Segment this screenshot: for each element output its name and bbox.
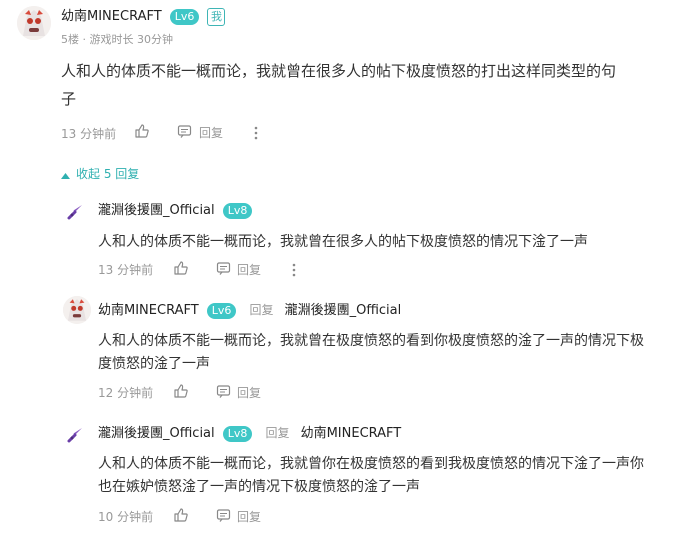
avatar-image xyxy=(17,6,51,40)
avatar[interactable] xyxy=(17,6,51,40)
thumb-up-icon[interactable] xyxy=(173,383,189,403)
comment-icon[interactable] xyxy=(177,124,192,143)
reply-button[interactable]: 回复 xyxy=(237,508,261,525)
level-badge: Lv8 xyxy=(222,203,253,219)
comment-icon[interactable] xyxy=(216,508,231,527)
level-badge: Lv6 xyxy=(169,9,200,25)
comment-header: 幼南MINECRAFT Lv6 我 xyxy=(61,6,226,26)
username[interactable]: 幼南MINECRAFT xyxy=(61,9,162,24)
reply-time: 10 分钟前 xyxy=(98,510,154,524)
reply-username[interactable]: 幼南MINECRAFT xyxy=(98,303,199,318)
comment-icon[interactable] xyxy=(216,384,231,403)
reply-username[interactable]: 瀧淵後援團_Official xyxy=(98,203,215,218)
reply-time: 13 分钟前 xyxy=(98,263,154,277)
reply-text-line1: 人和人的体质不能一概而论，我就曾在很多人的帖下极度愤怒的情况下淦了一声 xyxy=(98,234,588,250)
reply-text-line2: 也在嫉妒愤怒淦了一声的情况下极度愤怒的淦了一声 xyxy=(98,479,420,495)
reply-to-label: 回复 xyxy=(265,426,290,440)
reply-button[interactable]: 回复 xyxy=(199,124,223,141)
comment-icon[interactable] xyxy=(216,261,231,280)
sword-icon xyxy=(66,203,84,225)
reply-header: 瀧淵後援團_Official Lv8 回复 幼南MINECRAFT xyxy=(98,424,402,442)
collapse-label: 收起 5 回复 xyxy=(76,167,140,181)
collapse-replies-button[interactable]: 收起 5 回复 xyxy=(61,165,139,182)
level-badge: Lv8 xyxy=(222,426,253,442)
caret-up-icon xyxy=(61,168,70,182)
avatar-image xyxy=(63,296,91,324)
more-vert-icon[interactable] xyxy=(253,125,259,144)
reply-text-line1: 人和人的体质不能一概而论，我就曾你在极度愤怒的看到我极度愤怒的情况下淦了一声你 xyxy=(98,456,644,472)
reply-button[interactable]: 回复 xyxy=(237,384,261,401)
reply-header: 瀧淵後援團_Official Lv8 xyxy=(98,201,253,219)
reply-username[interactable]: 瀧淵後援團_Official xyxy=(98,426,215,441)
level-badge: Lv6 xyxy=(206,303,237,319)
comment-time: 13 分钟前 xyxy=(61,127,117,141)
more-vert-icon[interactable] xyxy=(291,262,297,281)
reply-button[interactable]: 回复 xyxy=(237,261,261,278)
reply-target-username[interactable]: 瀧淵後援團_Official xyxy=(285,303,402,318)
floor-number: 5楼 xyxy=(61,33,79,46)
meta-separator: · xyxy=(82,33,87,46)
sword-icon xyxy=(66,426,84,448)
reply-time: 12 分钟前 xyxy=(98,386,154,400)
self-tag: 我 xyxy=(207,8,226,26)
comment-text-line1: 人和人的体质不能一概而论，我就曾在很多人的帖下极度愤怒的打出这样同类型的句 xyxy=(61,62,617,80)
avatar[interactable] xyxy=(63,296,91,324)
reply-to-label: 回复 xyxy=(249,303,274,317)
comment-meta: 5楼 · 游戏时长 30分钟 xyxy=(61,31,173,47)
thumb-up-icon[interactable] xyxy=(173,507,189,527)
reply-target-username[interactable]: 幼南MINECRAFT xyxy=(301,426,402,441)
thumb-up-icon[interactable] xyxy=(134,123,150,143)
playtime: 游戏时长 30分钟 xyxy=(89,33,174,46)
reply-text-line2: 度愤怒的淦了一声 xyxy=(98,356,210,372)
thumb-up-icon[interactable] xyxy=(173,260,189,280)
reply-header: 幼南MINECRAFT Lv6 回复 瀧淵後援團_Official xyxy=(98,301,402,319)
comment-text-line2: 子 xyxy=(61,90,77,108)
reply-text-line1: 人和人的体质不能一概而论，我就曾在极度愤怒的看到你极度愤怒的淦了一声的情况下极 xyxy=(98,333,644,349)
